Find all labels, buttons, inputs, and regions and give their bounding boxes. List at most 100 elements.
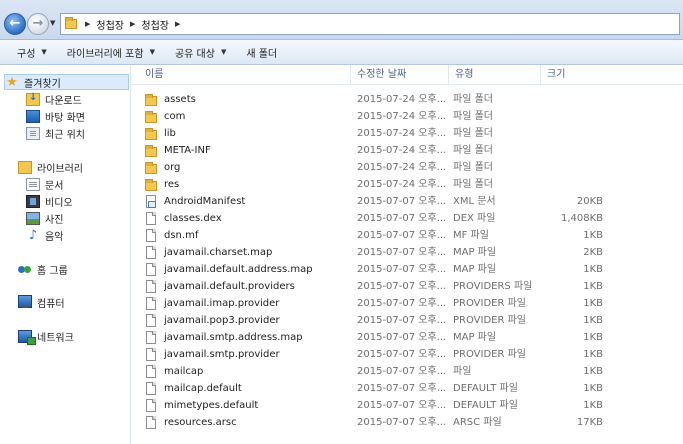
table-row[interactable]: javamail.default.providers 2015-07-07 오후.… [131, 278, 683, 295]
file-size: 1KB [583, 400, 603, 411]
nav-label: 문서 [45, 180, 64, 192]
file-type: DEX 파일 [453, 213, 496, 224]
file-icon [146, 331, 156, 344]
file-type: MAP 파일 [453, 332, 497, 343]
organize-label: 구성 [17, 48, 36, 60]
column-header-name[interactable]: 이름 [139, 65, 351, 85]
nav-recent[interactable]: 최근 위치 [26, 125, 85, 141]
chevron-right-icon[interactable]: ▶ [175, 20, 180, 28]
table-row[interactable]: org 2015-07-24 오후... 파일 폴더 [131, 159, 683, 176]
organize-button[interactable]: 구성 ▼ [0, 40, 57, 64]
back-button[interactable]: ← [4, 13, 26, 35]
chevron-down-icon: ▼ [41, 48, 47, 56]
file-size: 2KB [583, 247, 603, 258]
nav-desktop[interactable]: 바탕 화면 [26, 108, 85, 124]
table-row[interactable]: mailcap 2015-07-07 오후... 파일 1KB [131, 363, 683, 380]
library-icon [18, 160, 32, 174]
file-name: dsn.mf [164, 230, 199, 241]
breadcrumb-item[interactable]: 청첩장 [96, 17, 124, 32]
table-row[interactable]: AndroidManifest 2015-07-07 오후... XML 문서 20K… [131, 193, 683, 210]
folder-icon [145, 178, 157, 191]
file-date: 2015-07-07 오후... [357, 315, 447, 326]
file-name: resources.arsc [164, 417, 237, 428]
file-name-cell: javamail.charset.map [145, 244, 351, 261]
file-icon [146, 297, 156, 310]
nav-homegroup[interactable]: 홈 그룹 [18, 261, 68, 277]
file-icon [146, 348, 156, 361]
chevron-down-icon: ▼ [50, 19, 56, 27]
nav-music[interactable]: ♪ 음악 [26, 227, 64, 243]
folder-icon [65, 17, 77, 29]
address-bar[interactable]: ▶ 청첩장 ▶ 청첩장 ▶ [60, 13, 680, 35]
table-row[interactable]: javamail.pop3.provider 2015-07-07 오후... PR… [131, 312, 683, 329]
arrow-right-icon: → [32, 16, 44, 31]
table-row[interactable]: javamail.default.address.map 2015-07-07 오… [131, 261, 683, 278]
file-type: 파일 폴더 [453, 162, 493, 173]
table-row[interactable]: mimetypes.default 2015-07-07 오후... DEFAULT… [131, 397, 683, 414]
file-name: AndroidManifest [164, 196, 246, 207]
breadcrumb-item[interactable]: 청첩장 [141, 17, 169, 32]
table-row[interactable]: javamail.smtp.address.map 2015-07-07 오후..… [131, 329, 683, 346]
chevron-right-icon[interactable]: ▶ [85, 20, 90, 28]
file-icon [146, 399, 156, 412]
chevron-right-icon[interactable]: ▶ [130, 20, 135, 28]
recent-pages-dropdown[interactable]: ▼ [50, 19, 55, 27]
file-icon [146, 246, 156, 259]
file-date: 2015-07-07 오후... [357, 366, 447, 377]
file-name-cell: lib [145, 125, 351, 142]
network-icon [18, 329, 36, 345]
nav-pictures[interactable]: 사진 [26, 210, 63, 226]
nav-libraries[interactable]: 라이브러리 [18, 159, 83, 175]
xml-file-icon [146, 195, 156, 208]
nav-documents[interactable]: 문서 [26, 176, 63, 192]
file-date: 2015-07-24 오후... [357, 111, 447, 122]
nav-favorites[interactable]: ★ 즐겨찾기 [4, 74, 129, 90]
file-name: classes.dex [164, 213, 222, 224]
file-date: 2015-07-07 오후... [357, 332, 447, 343]
file-date: 2015-07-07 오후... [357, 213, 447, 224]
file-name: javamail.charset.map [164, 247, 273, 258]
table-row[interactable]: com 2015-07-24 오후... 파일 폴더 [131, 108, 683, 125]
nav-network[interactable]: 네트워크 [18, 328, 74, 345]
nav-downloads[interactable]: 다운로드 [26, 91, 82, 107]
nav-label: 홈 그룹 [37, 265, 68, 277]
arrow-left-icon: ← [9, 16, 21, 31]
table-row[interactable]: javamail.imap.provider 2015-07-07 오후... PR… [131, 295, 683, 312]
table-row[interactable]: mailcap.default 2015-07-07 오후... DEFAULT 파… [131, 380, 683, 397]
table-row[interactable]: lib 2015-07-24 오후... 파일 폴더 [131, 125, 683, 142]
nav-computer[interactable]: 컴퓨터 [18, 294, 65, 310]
recent-places-icon [26, 126, 40, 140]
forward-button[interactable]: → [27, 13, 49, 35]
address-bar-area: ← → ▼ ▶ 청첩장 ▶ 청첩장 ▶ [0, 0, 683, 40]
folder-icon [145, 144, 157, 157]
file-size [545, 159, 603, 176]
table-row[interactable]: META-INF 2015-07-24 오후... 파일 폴더 [131, 142, 683, 159]
desktop-icon [26, 109, 40, 123]
file-name-cell: assets [145, 91, 351, 108]
table-row[interactable]: assets 2015-07-24 오후... 파일 폴더 [131, 91, 683, 108]
file-name-cell: com [145, 108, 351, 125]
file-type: 파일 [453, 366, 472, 377]
table-row[interactable]: dsn.mf 2015-07-07 오후... MF 파일 1KB [131, 227, 683, 244]
file-name-cell: javamail.smtp.address.map [145, 329, 351, 346]
file-size [545, 125, 603, 142]
file-size: 1,408KB [560, 213, 603, 224]
column-header-size[interactable]: 크기 [541, 65, 609, 85]
table-row[interactable]: resources.arsc 2015-07-07 오후... ARSC 파일 17K… [131, 414, 683, 431]
column-header-type[interactable]: 유형 [449, 65, 541, 85]
include-library-button[interactable]: 라이브러리에 포함 ▼ [57, 40, 165, 64]
table-row[interactable]: javamail.charset.map 2015-07-07 오후... MAP … [131, 244, 683, 261]
nav-label: 최근 위치 [45, 129, 85, 141]
file-name-cell: dsn.mf [145, 227, 351, 244]
file-name: javamail.smtp.provider [164, 349, 280, 360]
new-folder-button[interactable]: 새 폴더 [236, 40, 287, 64]
file-type: 파일 폴더 [453, 111, 493, 122]
table-row[interactable]: classes.dex 2015-07-07 오후... DEX 파일 1,408KB [131, 210, 683, 227]
table-row[interactable]: res 2015-07-24 오후... 파일 폴더 [131, 176, 683, 193]
table-row[interactable]: javamail.smtp.provider 2015-07-07 오후... PR… [131, 346, 683, 363]
column-header-modified[interactable]: 수정한 날짜 [351, 65, 449, 85]
share-button[interactable]: 공유 대상 ▼ [165, 40, 236, 64]
nav-label: 라이브러리 [37, 163, 83, 175]
nav-videos[interactable]: 비디오 [26, 193, 73, 209]
nav-label: 바탕 화면 [45, 112, 85, 124]
